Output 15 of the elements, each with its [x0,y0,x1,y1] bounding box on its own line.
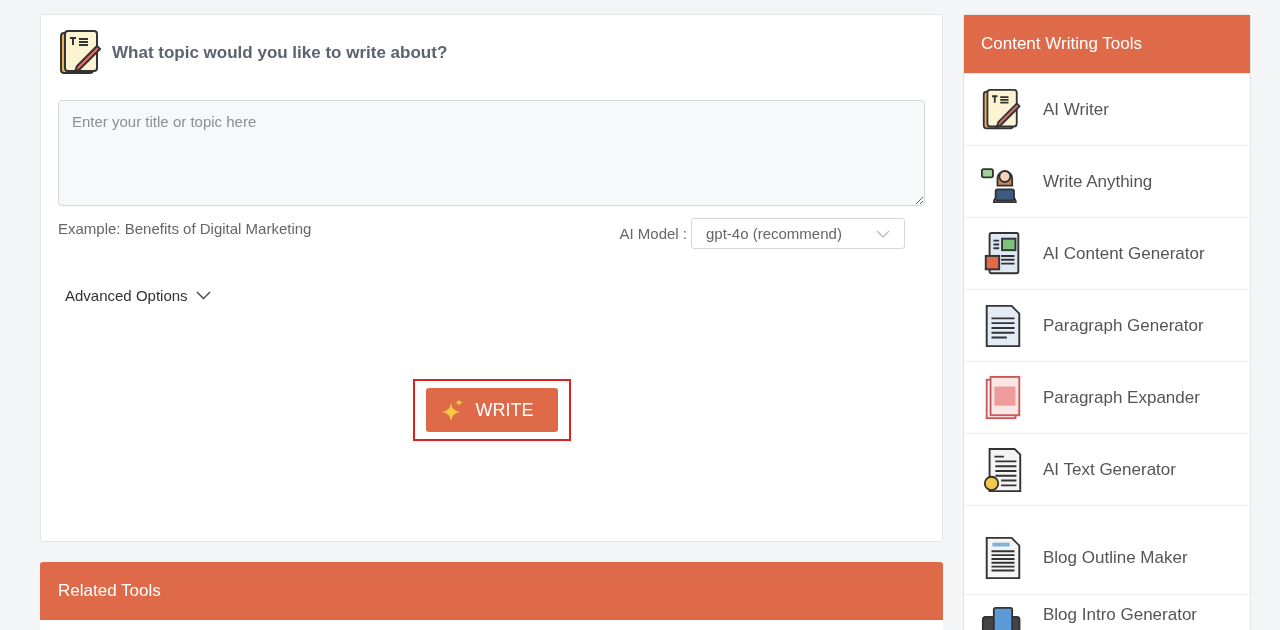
sparkle-icon [441,399,464,421]
chevron-icon [195,291,211,300]
document-list-icon [983,535,1023,581]
topic-input[interactable]: Enter your title or topic here [58,100,925,206]
related-tools-header: Related Tools [40,562,943,620]
document-lines-icon [983,302,1023,349]
advanced-options-toggle[interactable]: Advanced Options [65,287,211,304]
model-label: AI Model : [619,225,687,242]
sidebar-item[interactable]: Blog Intro Generator [964,594,1250,630]
expand-page-icon [983,374,1023,421]
topic-question: What topic would you like to write about? [112,43,448,63]
chevron-down-icon [876,229,890,238]
sidebar-header: Content Writing Tools [964,15,1250,73]
model-select[interactable]: gpt-4o (recommend) [691,218,905,249]
example-text: Example: Benefits of Digital Marketing [58,220,312,237]
